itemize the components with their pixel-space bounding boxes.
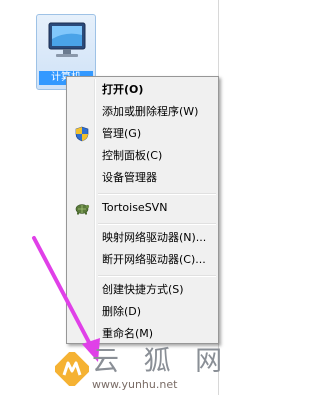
watermark: 云 狐 网 www.yunhu.net [52, 344, 234, 395]
watermark-url: www.yunhu.net [92, 378, 178, 391]
yunhu-logo-icon [55, 352, 89, 386]
annotation-arrow [32, 236, 100, 362]
watermark-text: 云 狐 网 [92, 346, 231, 377]
